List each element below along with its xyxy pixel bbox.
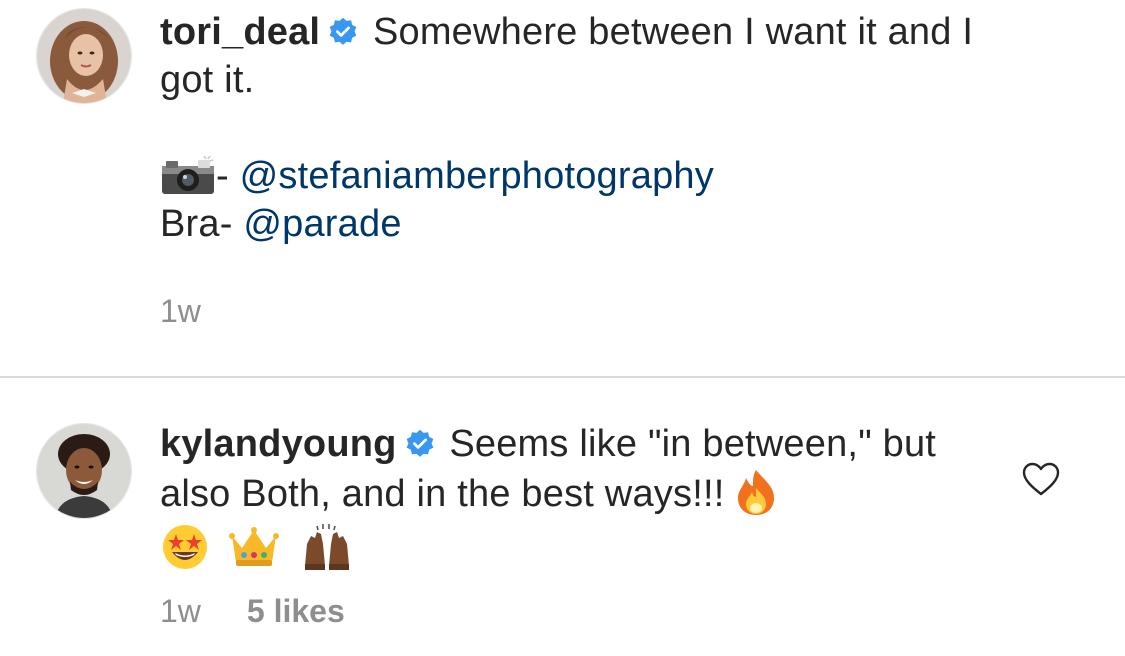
- like-heart-button[interactable]: [1022, 462, 1060, 496]
- caption-meta: 1w: [160, 293, 201, 330]
- caption-comment: tori_deal Somewhere between I want it an…: [0, 0, 1125, 376]
- username-kylandyoung[interactable]: kylandyoung: [160, 423, 397, 465]
- avatar-tori-deal[interactable]: [37, 9, 131, 103]
- fire-emoji-icon: [734, 468, 778, 528]
- reply-emoji-row: [160, 522, 369, 570]
- star-struck-emoji-icon: [160, 522, 210, 575]
- crown-emoji-icon: [228, 522, 280, 575]
- username-tori-deal[interactable]: tori_deal: [160, 11, 320, 53]
- caption-body: tori_deal Somewhere between I want it an…: [160, 8, 1020, 248]
- reply-body: kylandyoung Seems like "in between," but…: [160, 420, 980, 528]
- verified-badge-icon: [328, 17, 358, 47]
- bra-label: Bra-: [160, 203, 244, 245]
- reply-meta: 1w 5 likes: [160, 593, 345, 630]
- comment-thread: tori_deal Somewhere between I want it an…: [0, 0, 1125, 656]
- caption-timestamp[interactable]: 1w: [160, 293, 201, 329]
- heart-outline-icon: [1022, 462, 1060, 496]
- raising-hands-emoji-icon: [299, 522, 355, 575]
- reply-likes-count[interactable]: 5 likes: [247, 593, 345, 629]
- mention-photographer-link[interactable]: @stefaniamberphotography: [240, 155, 714, 197]
- photo-credit-line: - @stefaniamberphotography: [160, 152, 1020, 200]
- avatar-kylandyoung[interactable]: [37, 424, 131, 518]
- mention-parade-link[interactable]: @parade: [243, 203, 401, 245]
- bra-credit-line: Bra- @parade: [160, 200, 1020, 248]
- verified-badge-icon: [405, 429, 435, 459]
- reply-timestamp[interactable]: 1w: [160, 593, 201, 629]
- camera-with-flash-icon: [160, 156, 216, 196]
- credit-separator: -: [216, 155, 240, 197]
